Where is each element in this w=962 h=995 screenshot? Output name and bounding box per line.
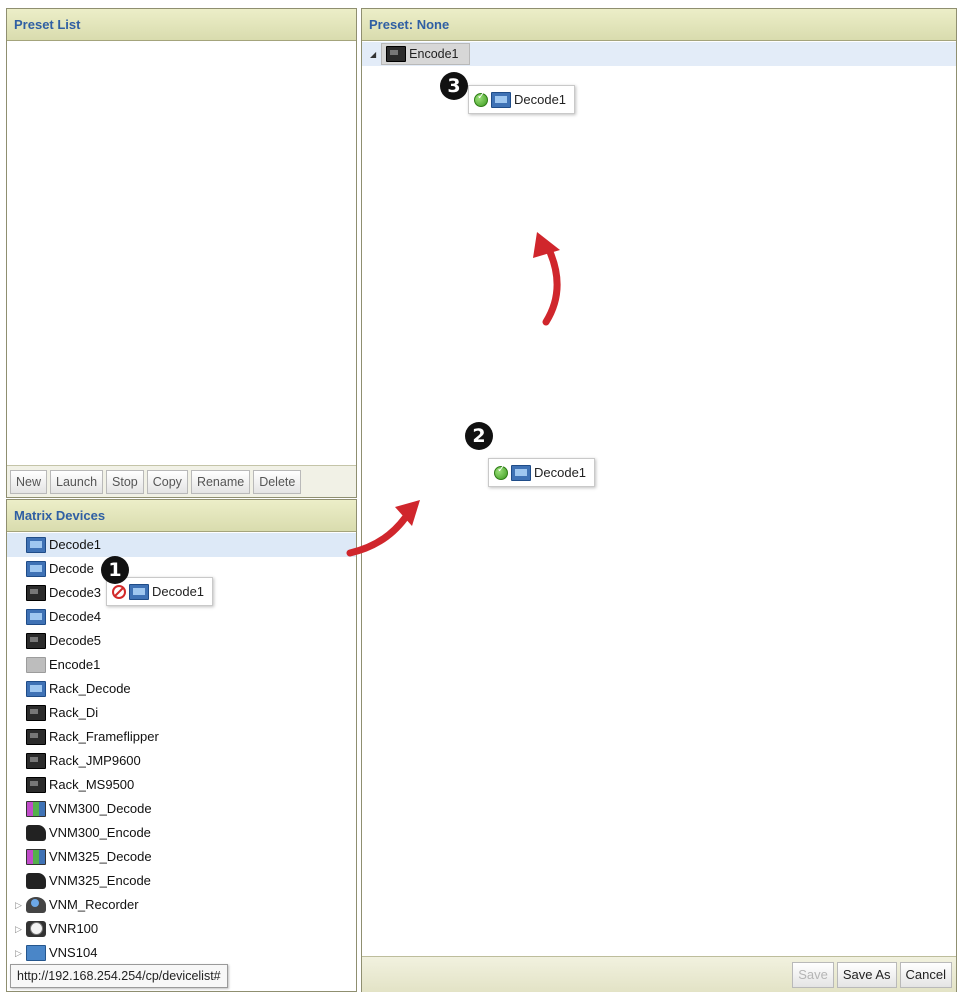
- curved-arrow-icon: [346, 500, 420, 557]
- arrows-overlay: [346, 232, 561, 557]
- curved-arrow-icon: [533, 232, 561, 326]
